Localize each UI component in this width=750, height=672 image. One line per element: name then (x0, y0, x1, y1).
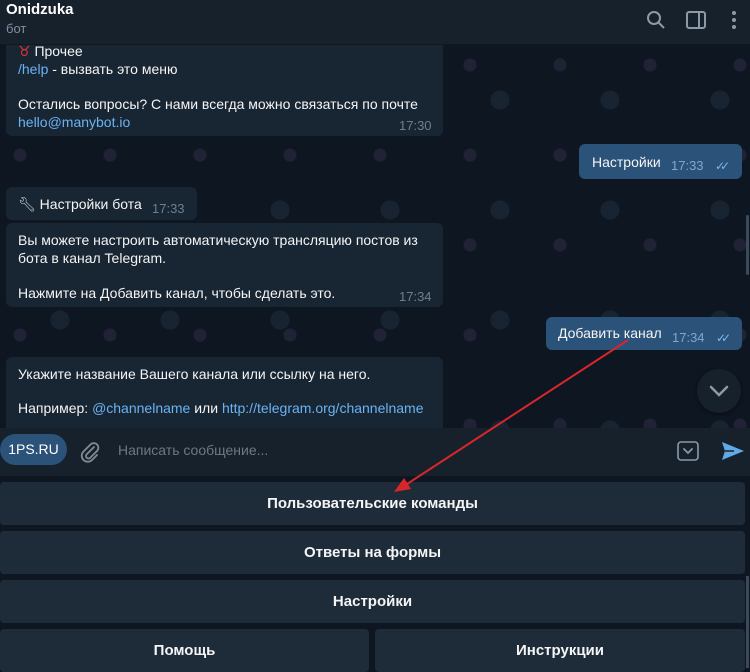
chat-header: Onidzuka бот (0, 0, 750, 45)
keyboard-button-help[interactable]: Помощь (0, 629, 369, 672)
message-text: Например: (18, 400, 93, 416)
message-outgoing: Добавить канал 17:34 ✓✓ (546, 317, 742, 350)
message-input[interactable]: Написать сообщение... (118, 442, 268, 458)
keyboard-button-instructions[interactable]: Инструкции (375, 629, 745, 672)
message-composer: 1PS.RU Написать сообщение... (0, 428, 750, 476)
message-incoming: ♉︎ Прочее /help - вызвать это меню Остал… (6, 45, 443, 136)
message-time: 17:30 (399, 118, 432, 133)
channel-handle-link[interactable]: @channelname (92, 400, 190, 416)
help-command-link[interactable]: /help (18, 61, 48, 77)
keyboard-button-label: Ответы на формы (303, 544, 442, 561)
message-line: бота в канал Telegram. (18, 250, 167, 266)
message-outgoing: Настройки 17:33 ✓✓ (579, 144, 742, 179)
read-ticks-icon: ✓✓ (715, 159, 730, 173)
keyboard-button-label: Пользовательские команды (267, 495, 478, 512)
message-time: 17:33 (671, 158, 704, 173)
chat-title[interactable]: Onidzuka (6, 1, 74, 18)
message-line: Прочее (34, 45, 83, 59)
email-link[interactable]: hello@manybot.io (18, 113, 130, 131)
message-line: Нажмите на Добавить канал, чтобы сделать… (18, 285, 336, 301)
more-icon[interactable] (722, 8, 746, 32)
paperclip-icon[interactable] (78, 440, 102, 464)
bot-keyboard-icon[interactable] (676, 439, 700, 463)
send-icon[interactable] (720, 439, 746, 463)
message-line: Вы можете настроить автоматическую транс… (18, 232, 418, 248)
sidebar-icon[interactable] (684, 8, 708, 32)
bot-keyboard: Пользовательские команды Ответы на формы… (0, 476, 750, 672)
message-incoming: Укажите название Вашего канала или ссылк… (6, 357, 443, 428)
keyboard-button-label: Инструкции (515, 642, 604, 659)
keyboard-button-custom-commands[interactable]: Пользовательские команды (0, 482, 745, 525)
message-line: Остались вопросы? С нами всегда можно св… (18, 96, 418, 112)
wrench-icon: 🔧︎ (18, 196, 36, 212)
message-time: 17:34 (672, 330, 705, 345)
message-text: Добавить канал (558, 325, 662, 341)
chat-subtitle: бот (6, 21, 27, 36)
message-line: - вызвать это меню (48, 61, 178, 77)
keyboard-button-settings[interactable]: Настройки (0, 580, 745, 623)
search-icon[interactable] (644, 8, 668, 32)
keyboard-button-label: Настройки (332, 593, 413, 610)
chat-scrollbar[interactable] (746, 215, 749, 275)
message-text: или (190, 400, 222, 416)
keyboard-scrollbar[interactable] (746, 576, 749, 668)
message-incoming: 🔧︎ Настройки бота 17:33 (6, 187, 197, 220)
channel-url-link[interactable]: http://telegram.org/channelname (222, 400, 424, 416)
chevron-down-icon (709, 385, 729, 397)
message-time: 17:34 (399, 289, 432, 304)
scroll-down-button[interactable] (697, 369, 741, 413)
message-text: Настройки (592, 154, 661, 170)
keyboard-button-label: Помощь (153, 642, 216, 659)
message-time: 17:33 (152, 201, 185, 216)
read-ticks-icon: ✓✓ (716, 331, 731, 345)
red-devil-icon: ♉︎ (18, 45, 31, 59)
tag-button[interactable]: 1PS.RU (0, 434, 67, 465)
message-text: Настройки бота (39, 196, 142, 212)
chat-history[interactable]: ♉︎ Прочее /help - вызвать это меню Остал… (0, 45, 750, 428)
keyboard-button-form-answers[interactable]: Ответы на формы (0, 531, 745, 574)
message-line: Укажите название Вашего канала или ссылк… (18, 366, 371, 382)
message-incoming: Вы можете настроить автоматическую транс… (6, 223, 443, 307)
